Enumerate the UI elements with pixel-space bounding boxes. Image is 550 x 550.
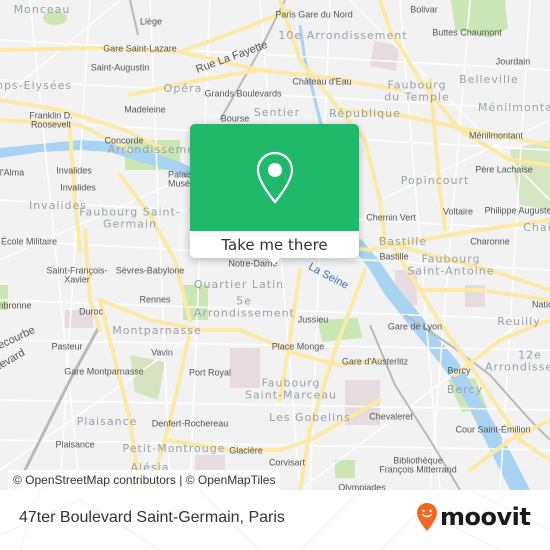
station-label[interactable]: Corvisart [269,457,305,467]
district-label: Popincourt [400,174,470,188]
park-pere-lachaise [510,140,550,210]
station-label[interactable]: Saint-François-Xavier [45,266,110,286]
district-label: Bastille [378,235,428,249]
station-label[interactable]: Gare Saint-Lazare [103,43,177,53]
station-label[interactable]: Invalides [56,165,92,175]
district-label: Faubourg Saint-Marceau [244,376,338,401]
district-label: Monceau [13,3,71,17]
station-label[interactable]: Château d'Eau [292,76,351,86]
district-label: Opéra [163,82,203,96]
district-label: Bercy [446,383,484,397]
station-label[interactable]: Bibliothèque François Mitterrand [378,456,458,476]
station-label[interactable]: Gare de Lyon [388,321,442,331]
station-label[interactable]: Plaisance [55,439,94,449]
station-label[interactable]: Franklin D. Roosevelt [21,111,81,131]
district-label: 5e Arrondissement [194,294,295,319]
station-label[interactable]: Bercy [447,365,470,375]
station-label[interactable]: Voltaire [443,206,473,216]
district-label: Reuilly [497,315,541,329]
station-label[interactable]: Gare d'Austerlitz [342,356,408,366]
station-label[interactable]: Sèvres-Babylone [116,265,185,275]
destination-address: 47ter Boulevard Saint-Germain, Paris [19,509,285,526]
station-label[interactable]: Invalides [60,182,96,192]
station-label[interactable]: Vavin [151,347,173,357]
district-label: République [329,107,401,121]
station-label[interactable]: Madeleine [124,104,166,114]
district-label: Faubourg du Temple [384,78,450,103]
station-label[interactable]: Nation [532,299,550,309]
station-label[interactable]: Cour Saint-Émilion [455,424,530,434]
station-label[interactable]: Denfert-Rochereau [152,418,229,428]
popup-header [190,124,359,231]
station-label[interactable]: Rennes [139,294,170,304]
station-label[interactable]: Duroc [79,306,103,316]
station-label[interactable]: Bourse [221,113,250,123]
map-attribution[interactable]: © OpenStreetMap contributors | © OpenMap… [8,470,281,490]
station-label[interactable]: Père Lachaise [475,164,533,174]
moovit-pin-icon [417,503,437,531]
station-label[interactable]: Ménilmontant [469,130,523,140]
moovit-wordmark: moovit [440,503,531,531]
station-label[interactable]: Grands Boulevards [204,88,281,98]
station-label[interactable]: Bolivar [410,4,438,14]
station-label[interactable]: Olympiades [338,482,386,490]
station-label[interactable]: Paris Gare du Nord [275,9,353,19]
station-label[interactable]: l'Alma [0,167,24,177]
road-rue-la-fayette [178,8,292,54]
moovit-logo[interactable]: moovit [416,502,531,532]
station-label[interactable]: Place Monge [272,341,325,351]
station-label[interactable]: Port Royal [189,367,231,377]
rail-saint-lazare [129,0,139,36]
district-label: Belleville [459,73,519,87]
district-label: Sentier [253,106,301,120]
district-label: Plaisance [76,415,138,429]
district-label: Ménilmontant [477,101,550,115]
station-label[interactable]: Chevaleret [369,411,413,421]
map-view[interactable]: Monceau Champs-Elysées Opéra Sentier 10e… [0,0,550,490]
park [335,460,355,478]
station-label[interactable]: Liège [140,16,162,26]
map-pin-icon [256,151,293,204]
station-label[interactable]: Charonne [470,236,510,246]
station-label[interactable]: École Militaire [1,236,57,246]
take-me-there-button[interactable]: Take me there [190,231,359,258]
district-label: Chaillot [523,221,550,235]
station-label[interactable]: Gare Montparnasse [64,366,144,376]
district-label: Montparnasse [112,324,202,338]
district-label: Les Gobelins [269,411,351,425]
popup-pointer [266,256,282,265]
station-label[interactable]: Concorde [104,135,143,145]
district-label: Quartier Latin [193,278,285,292]
district-label: Petit-Montrouge [122,442,226,456]
footer-bar: 47ter Boulevard Saint-Germain, Paris moo… [0,490,550,550]
district-label: Faubourg Saint-Germain [79,205,181,230]
station-label[interactable]: Chemin Vert [366,212,416,222]
district-label: Champs-Elysées [0,79,73,93]
district-label: 10e Arrondissement [278,29,408,43]
station-label[interactable]: Palais Musée [168,170,195,190]
district-label: 12e Arrondissement [485,348,550,373]
park-montparnasse-cemetery [130,355,165,400]
station-label[interactable]: Jourdain [496,56,531,66]
district-label: Faubourg Saint-Antoine [407,252,495,277]
station-label[interactable]: Saint-Augustin [91,62,150,72]
station-label[interactable]: Glacière [229,445,263,455]
station-label[interactable]: Bastille [379,251,408,261]
station-label[interactable]: Jussieu [298,314,329,324]
destination-popup: Take me there [190,124,359,265]
station-label[interactable]: Buttes Chaumont [432,27,502,37]
station-label[interactable]: Cambronne [0,300,32,310]
station-label[interactable]: Philippe Auguste [484,205,550,215]
station-label[interactable]: Pasteur [51,341,82,351]
